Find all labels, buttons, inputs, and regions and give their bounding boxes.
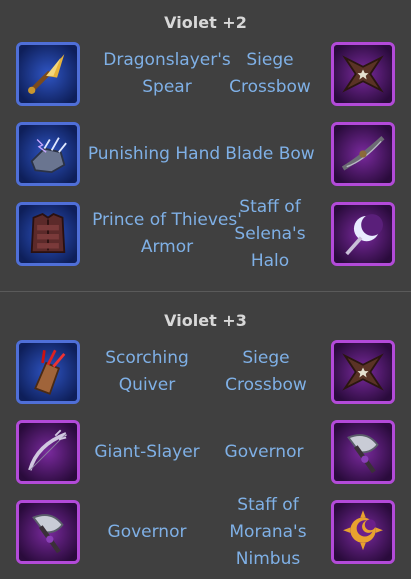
item-row: Scorching Quiver Siege Crossbow bbox=[0, 340, 411, 408]
item-name: Blade Bow bbox=[225, 143, 315, 164]
item-name: Governor bbox=[224, 441, 304, 462]
crossbow-icon[interactable] bbox=[331, 340, 395, 404]
item-name: Staff of Selena's Halo bbox=[234, 196, 306, 271]
item-row: Prince of Thieves' Armor Staff of Selena… bbox=[0, 196, 411, 271]
bow-icon[interactable] bbox=[16, 420, 80, 484]
item-name: Governor bbox=[107, 521, 187, 542]
spear-icon[interactable] bbox=[16, 42, 80, 106]
item-row: Giant-Slayer Governor bbox=[0, 420, 411, 488]
item-name: Siege Crossbow bbox=[229, 50, 311, 97]
moon-staff-icon[interactable] bbox=[331, 202, 395, 266]
item-name: Giant-Slayer bbox=[94, 441, 200, 462]
axe-icon[interactable] bbox=[331, 420, 395, 484]
axe-icon[interactable] bbox=[16, 500, 80, 564]
section-divider bbox=[0, 291, 411, 292]
item-row: Governor Staff of Morana's Nimbus bbox=[0, 494, 411, 569]
sun-staff-icon[interactable] bbox=[331, 500, 395, 564]
blade-bow-icon[interactable] bbox=[331, 122, 395, 186]
armor-icon[interactable] bbox=[16, 202, 80, 266]
gauntlet-icon[interactable] bbox=[16, 122, 80, 186]
quiver-icon[interactable] bbox=[16, 340, 80, 404]
item-name: Siege Crossbow bbox=[225, 348, 307, 395]
item-name: Punishing Hand bbox=[87, 143, 221, 164]
section-title-violet-2: Violet +2 bbox=[164, 13, 247, 32]
item-row: Punishing Hand Blade Bow bbox=[0, 122, 411, 190]
item-name: Scorching Quiver bbox=[105, 348, 189, 395]
crossbow-icon[interactable] bbox=[331, 42, 395, 106]
item-name: Staff of Morana's Nimbus bbox=[229, 494, 307, 569]
section-title-violet-3: Violet +3 bbox=[164, 311, 247, 330]
item-row: Dragonslayer's Spear Siege Crossbow bbox=[0, 42, 411, 110]
